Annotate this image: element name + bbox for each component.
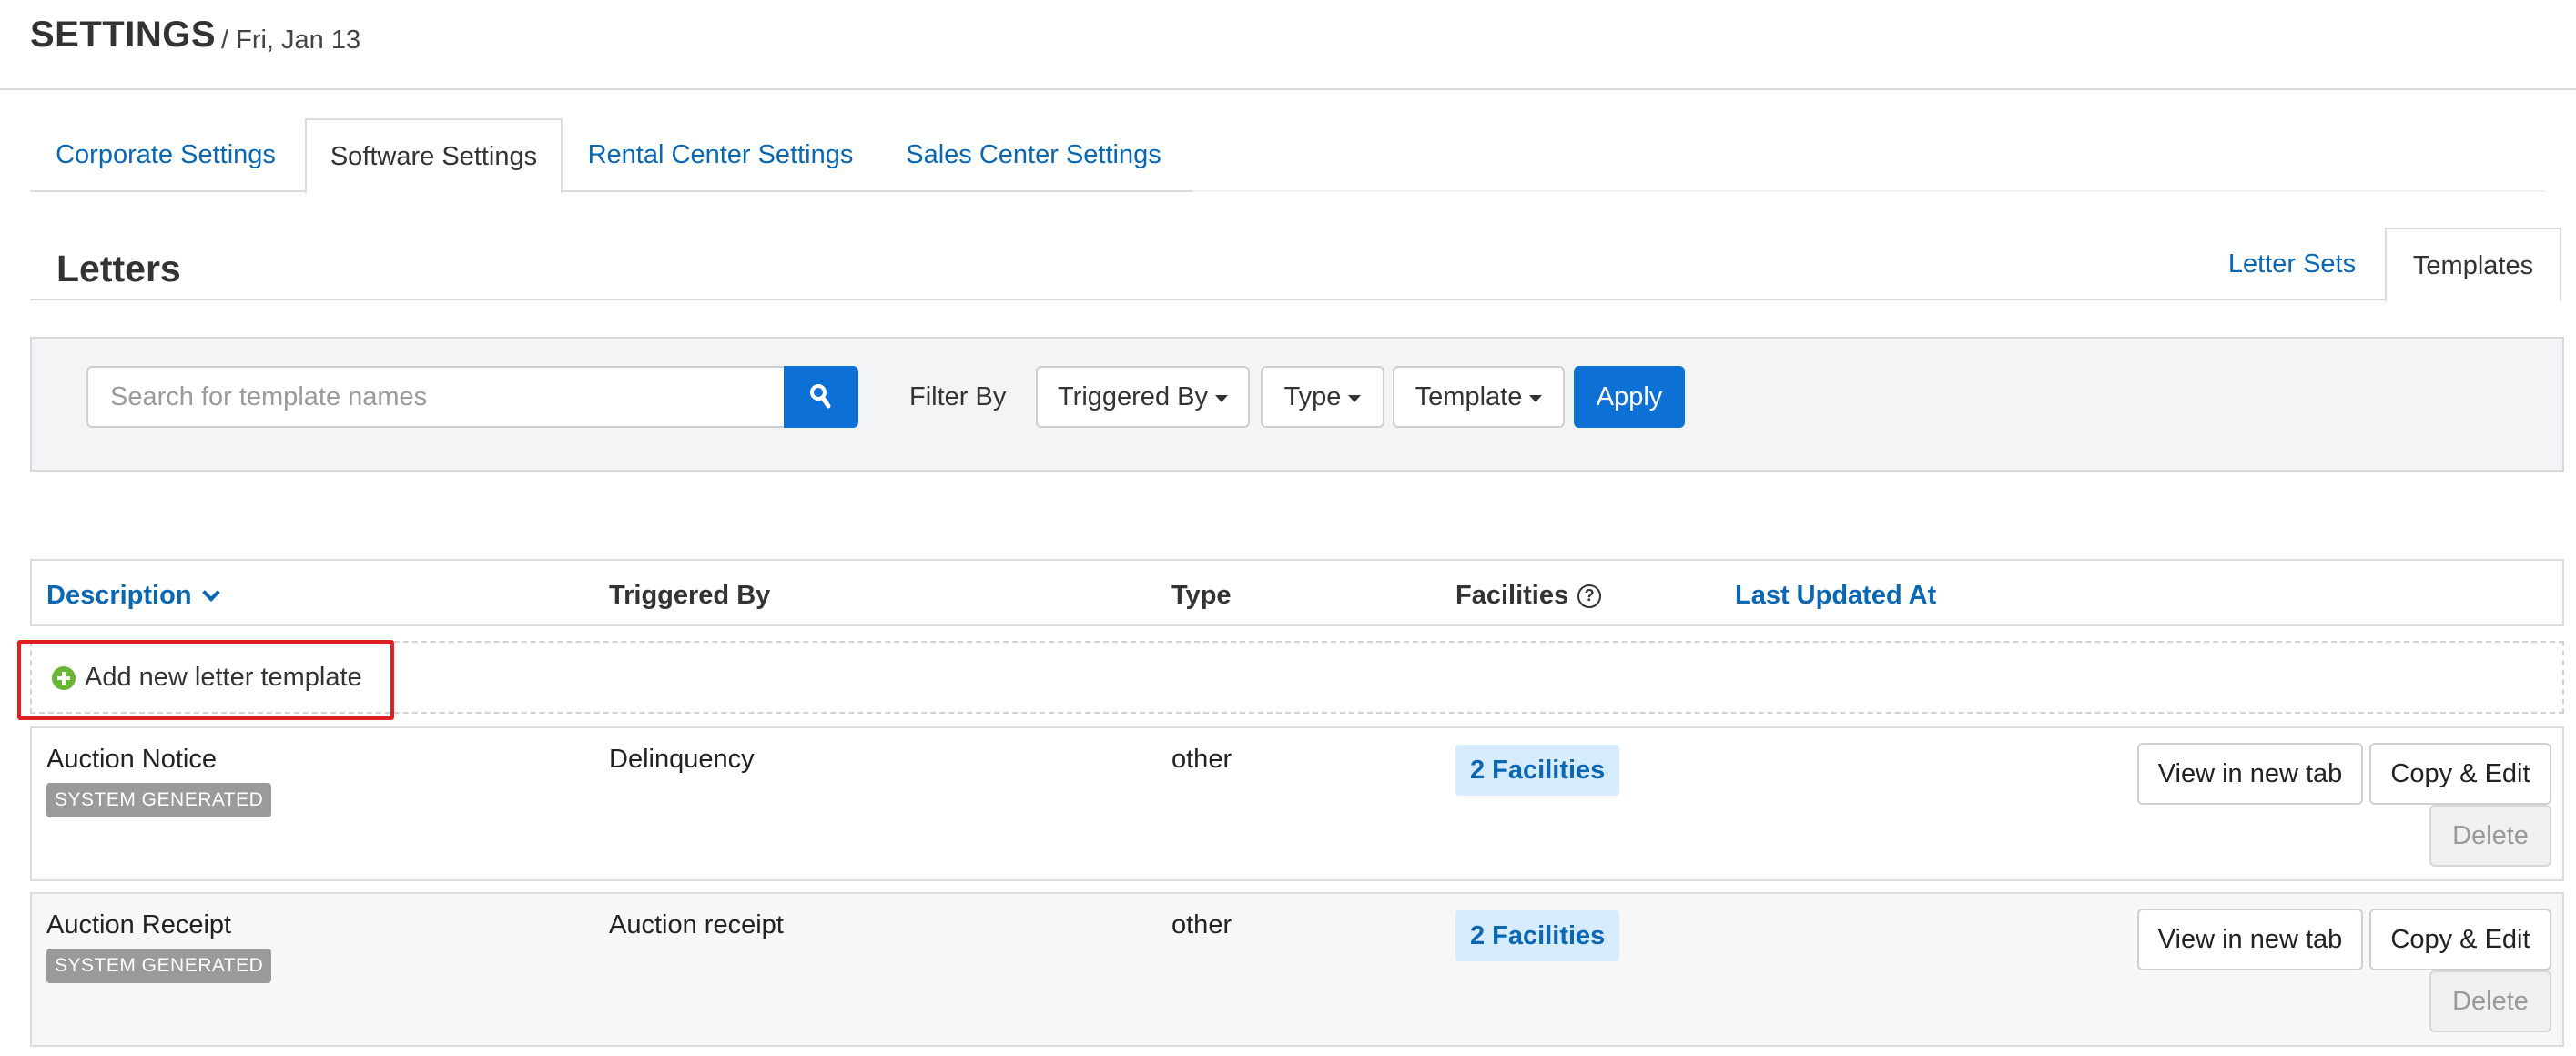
chevron-down-icon: [201, 583, 220, 602]
filter-by-label: Filter By: [909, 382, 1007, 411]
add-template-row: Add new letter template: [30, 641, 2564, 714]
row-description: Auction Receipt: [46, 910, 232, 939]
triggered-by-dropdown-label: Triggered By: [1058, 381, 1208, 411]
caret-down-icon: [1214, 395, 1228, 402]
row-type: other: [1171, 910, 1232, 939]
row-type: other: [1171, 745, 1232, 774]
filter-panel: Filter By Triggered By Type Template App…: [30, 337, 2564, 472]
section-divider: [30, 299, 2546, 300]
tab-templates[interactable]: Templates: [2385, 228, 2561, 302]
triggered-by-dropdown[interactable]: Triggered By: [1036, 366, 1250, 428]
table-row: Auction Receipt SYSTEM GENERATED Auction…: [30, 892, 2564, 1047]
column-facilities: Facilities ?: [1455, 581, 1602, 611]
copy-edit-button[interactable]: Copy & Edit: [2369, 743, 2551, 805]
delete-button[interactable]: Delete: [2429, 970, 2551, 1032]
column-description[interactable]: Description: [46, 581, 220, 611]
system-generated-badge: SYSTEM GENERATED: [46, 949, 272, 983]
row-triggered-by: Delinquency: [609, 745, 755, 774]
page-date: / Fri, Jan 13: [221, 25, 361, 55]
row-triggered-by: Auction receipt: [609, 910, 784, 939]
column-description-label: Description: [46, 581, 192, 610]
caret-down-icon: [1348, 395, 1362, 402]
question-circle-icon[interactable]: ?: [1577, 584, 1602, 608]
table-header: Description Triggered By Type Facilities…: [30, 559, 2564, 626]
search-icon: [810, 384, 831, 409]
section-title: Letters: [56, 248, 181, 289]
page-title: SETTINGS: [30, 15, 217, 55]
facilities-badge[interactable]: 2 Facilities: [1455, 745, 1620, 796]
tab-rental-center-settings[interactable]: Rental Center Settings: [566, 118, 875, 192]
tab-corporate-settings[interactable]: Corporate Settings: [30, 118, 301, 192]
copy-edit-button[interactable]: Copy & Edit: [2369, 909, 2551, 970]
table-row: Auction Notice SYSTEM GENERATED Delinque…: [30, 726, 2564, 881]
type-dropdown-label: Type: [1283, 381, 1342, 411]
facilities-badge[interactable]: 2 Facilities: [1455, 910, 1620, 961]
template-dropdown-label: Template: [1415, 381, 1523, 411]
column-triggered-by: Triggered By: [609, 581, 771, 610]
search-button[interactable]: [784, 366, 858, 428]
view-in-new-tab-button[interactable]: View in new tab: [2137, 743, 2363, 805]
plus-circle-icon: [52, 665, 76, 690]
template-dropdown[interactable]: Template: [1393, 366, 1565, 428]
add-template-button[interactable]: Add new letter template: [52, 663, 362, 693]
system-generated-badge: SYSTEM GENERATED: [46, 783, 272, 817]
delete-button[interactable]: Delete: [2429, 805, 2551, 867]
settings-tabs: Corporate Settings Software Settings Ren…: [30, 118, 1192, 194]
add-template-label: Add new letter template: [85, 663, 362, 692]
column-last-updated[interactable]: Last Updated At: [1735, 581, 1936, 611]
tab-sales-center-settings[interactable]: Sales Center Settings: [878, 118, 1189, 192]
row-description: Auction Notice: [46, 745, 217, 774]
type-dropdown[interactable]: Type: [1261, 366, 1384, 428]
view-in-new-tab-button[interactable]: View in new tab: [2137, 909, 2363, 970]
tab-software-settings[interactable]: Software Settings: [305, 118, 563, 194]
column-type: Type: [1171, 581, 1232, 610]
tabs-divider: [1192, 190, 2546, 192]
caret-down-icon: [1529, 395, 1543, 402]
search-input[interactable]: [86, 366, 786, 428]
page-header: SETTINGS / Fri, Jan 13: [0, 0, 2576, 90]
apply-button[interactable]: Apply: [1574, 366, 1685, 428]
tab-letter-sets[interactable]: Letter Sets: [2201, 228, 2383, 300]
column-facilities-label: Facilities: [1455, 581, 1569, 610]
